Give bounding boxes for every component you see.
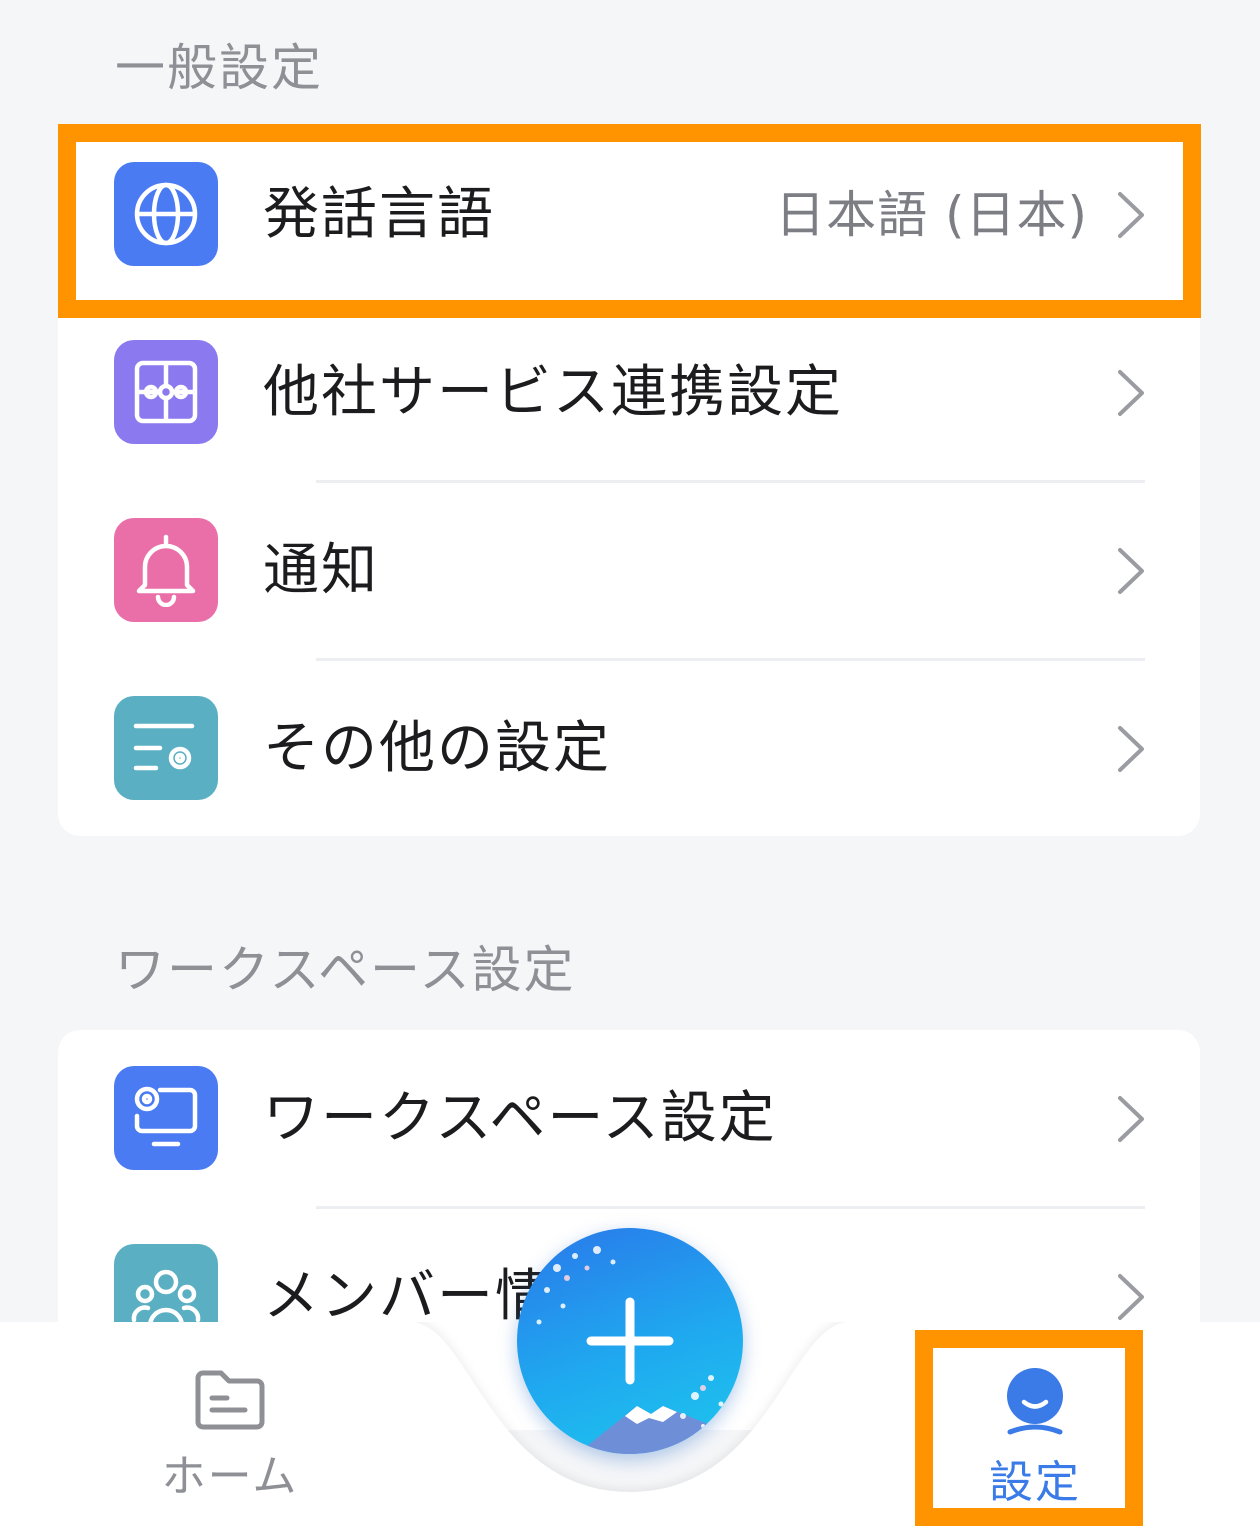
globe-icon: [114, 162, 218, 266]
notification-label: 通知: [263, 538, 379, 603]
external-service-label: 他社サービス連携設定: [263, 360, 843, 425]
general-section-title: 一般設定: [115, 39, 323, 97]
other-settings-label: その他の設定: [263, 716, 611, 781]
chevron-right-icon: [1118, 192, 1144, 238]
chevron-right-icon: [1118, 1096, 1144, 1142]
monitor-gear-icon: [114, 1066, 218, 1170]
chevron-right-icon: [1118, 370, 1144, 416]
general-settings-card: 発話言語 日本語 (日本) 他社サービス連携設定 通知 その他の設定: [58, 126, 1200, 836]
settings-list-icon: [114, 696, 218, 800]
workspace-settings-label: ワークスペース設定: [263, 1086, 777, 1151]
profile-icon: [1007, 1368, 1063, 1435]
tab-home[interactable]: ホーム: [150, 1368, 310, 1504]
bell-icon: [114, 518, 218, 622]
speech-language-value: 日本語 (日本): [775, 186, 1088, 244]
workspace-settings-row[interactable]: ワークスペース設定: [58, 1030, 1200, 1208]
tab-settings-label: 設定: [989, 1457, 1081, 1508]
workspace-section-title: ワークスペース設定: [115, 941, 576, 999]
folder-icon: [195, 1370, 265, 1430]
tab-settings[interactable]: 設定: [955, 1366, 1115, 1510]
external-service-row[interactable]: 他社サービス連携設定: [58, 304, 1200, 482]
add-button[interactable]: [517, 1228, 743, 1454]
puzzle-icon: [114, 340, 218, 444]
chevron-right-icon: [1118, 1274, 1144, 1320]
plus-icon: [586, 1297, 674, 1385]
speech-language-row[interactable]: 発話言語 日本語 (日本): [58, 126, 1200, 304]
tab-home-label: ホーム: [161, 1451, 299, 1502]
notification-row[interactable]: 通知: [58, 482, 1200, 660]
other-settings-row[interactable]: その他の設定: [58, 660, 1200, 836]
chevron-right-icon: [1118, 548, 1144, 594]
chevron-right-icon: [1118, 726, 1144, 772]
speech-language-label: 発話言語: [263, 182, 495, 247]
